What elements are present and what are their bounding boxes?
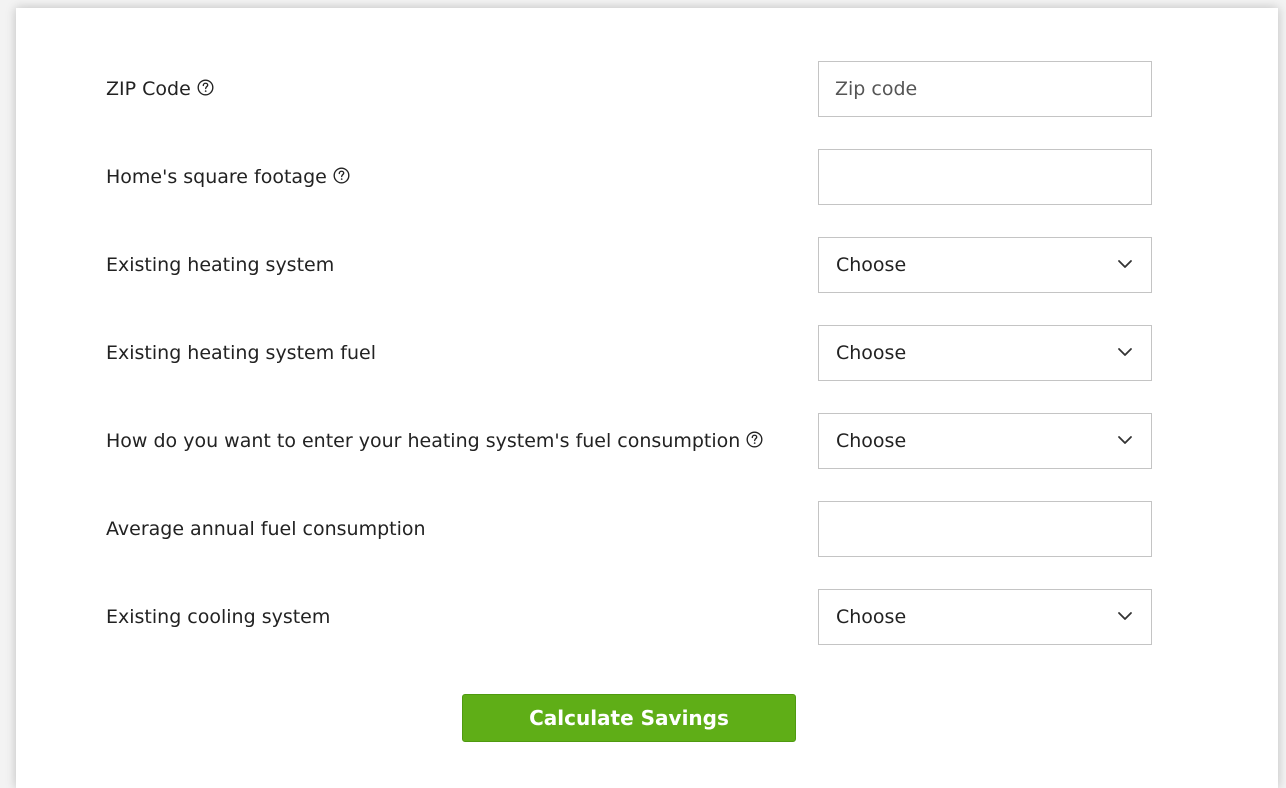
help-icon[interactable] <box>746 431 763 448</box>
chevron-down-icon <box>1118 612 1132 620</box>
calculate-savings-button[interactable]: Calculate Savings <box>462 694 796 742</box>
heating-system-select[interactable]: Choose <box>818 237 1152 293</box>
calculator-card: ZIP Code Home's square footage Existing … <box>16 8 1278 788</box>
zip-input[interactable] <box>819 62 1151 116</box>
help-icon[interactable] <box>197 79 214 96</box>
help-icon[interactable] <box>333 167 350 184</box>
annual-consumption-row: Average annual fuel consumption <box>16 501 1278 557</box>
consumption-entry-row: How do you want to enter your heating sy… <box>16 413 1278 469</box>
heating-system-selected-value: Choose <box>836 254 907 276</box>
cooling-system-label: Existing cooling system <box>106 606 331 628</box>
cooling-system-selected-value: Choose <box>836 606 907 628</box>
zip-label-group: ZIP Code <box>106 61 214 117</box>
heating-system-row: Existing heating system Choose <box>16 237 1278 293</box>
annual-consumption-input[interactable] <box>819 502 1151 556</box>
consumption-entry-label-group: How do you want to enter your heating sy… <box>106 413 763 469</box>
consumption-entry-label: How do you want to enter your heating sy… <box>106 430 741 452</box>
heating-fuel-select[interactable]: Choose <box>818 325 1152 381</box>
heating-fuel-row: Existing heating system fuel Choose <box>16 325 1278 381</box>
zip-field-box <box>818 61 1152 117</box>
chevron-down-icon <box>1118 348 1132 356</box>
heating-fuel-selected-value: Choose <box>836 342 907 364</box>
zip-row: ZIP Code <box>16 61 1278 117</box>
sqft-input[interactable] <box>819 150 1151 204</box>
consumption-entry-selected-value: Choose <box>836 430 907 452</box>
cooling-system-row: Existing cooling system Choose <box>16 589 1278 645</box>
heating-fuel-label: Existing heating system fuel <box>106 342 376 364</box>
chevron-down-icon <box>1118 260 1132 268</box>
sqft-field-box <box>818 149 1152 205</box>
consumption-entry-select[interactable]: Choose <box>818 413 1152 469</box>
zip-label: ZIP Code <box>106 78 191 100</box>
cooling-system-select[interactable]: Choose <box>818 589 1152 645</box>
sqft-row: Home's square footage <box>16 149 1278 205</box>
sqft-label-group: Home's square footage <box>106 149 350 205</box>
heating-system-label: Existing heating system <box>106 254 335 276</box>
annual-consumption-label: Average annual fuel consumption <box>106 518 426 540</box>
annual-consumption-field-box <box>818 501 1152 557</box>
chevron-down-icon <box>1118 436 1132 444</box>
sqft-label: Home's square footage <box>106 166 327 188</box>
